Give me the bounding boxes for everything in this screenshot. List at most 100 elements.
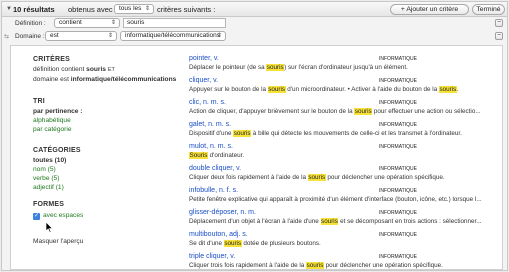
- definition-text: d'un microordinateur. • Activer à l'aide…: [285, 86, 439, 93]
- definition-text: .: [456, 86, 459, 93]
- criteria-term: informatique/télécommunications: [70, 76, 177, 83]
- definition-text: ) sur l'écran d'ordinateur jusqu'à un él…: [284, 64, 408, 71]
- match-mode-select[interactable]: tous les ⇕: [114, 4, 154, 14]
- definition-text: Petite fenêtre explicative qui apparaît …: [189, 196, 482, 203]
- forms-option-label[interactable]: avec espaces: [43, 212, 83, 219]
- definition-text: Déplacement d'un objet à l'écran à l'aid…: [189, 218, 321, 225]
- result-domain: INFORMATIQUE: [379, 188, 417, 194]
- criteria-heading: CRITÈRES: [33, 56, 70, 63]
- result-title[interactable]: galet, n. m. s.: [189, 121, 231, 128]
- result-definition: Appuyer sur le bouton de la souris d'un …: [189, 86, 499, 93]
- category-noun[interactable]: nom (5): [33, 166, 56, 173]
- result-domain: INFORMATIQUE: [379, 78, 417, 84]
- result-definition: Déplacer le pointeur (de sa souris) sur …: [189, 64, 499, 71]
- definition-text: Cliquer deux fois rapidement à l'aide de…: [189, 174, 308, 181]
- result-title[interactable]: pointer, v.: [189, 55, 219, 62]
- result-definition: Souris d'ordinateur.: [189, 152, 499, 159]
- operator-value: est: [50, 32, 59, 39]
- definition-text: à bille qui détecte les mouvements de ce…: [251, 130, 462, 137]
- result-definition: Dispositif d'une souris à bille qui déte…: [189, 130, 499, 137]
- search-header-bar: ▼ 10 résultats obtenus avec tous les ⇕ c…: [2, 2, 507, 17]
- highlighted-term: souris: [267, 86, 286, 93]
- result-title[interactable]: cliquer, v.: [189, 77, 218, 84]
- criteria-label: critères suivants :: [157, 5, 216, 14]
- definition-text: pour déclencher une opération spécifique…: [323, 262, 443, 269]
- result-domain: INFORMATIQUE: [379, 144, 417, 150]
- definition-text: Dispositif d'une: [189, 130, 234, 137]
- result-count: 10 résultats: [13, 5, 55, 14]
- forms-checkbox[interactable]: ✓: [33, 213, 40, 220]
- highlighted-term: souris: [438, 86, 457, 93]
- definition-text: d'ordinateur.: [207, 152, 245, 159]
- categories-heading: CATÉGORIES: [33, 147, 81, 154]
- domain-value-select[interactable]: informatique/télécommunications ⇕: [120, 31, 226, 41]
- search-window: ▼ 10 résultats obtenus avec tous les ⇕ c…: [1, 1, 508, 271]
- select-arrows-icon: ⇕: [110, 20, 116, 26]
- criteria-operator: ET: [107, 67, 115, 73]
- definition-text: Action de cliquer, d'appuyer brièvement …: [189, 108, 355, 115]
- operator-value: contient: [59, 19, 82, 26]
- definition-text: et se décomposant en trois actions : sél…: [338, 218, 482, 225]
- definition-text: Appuyer sur le bouton de la: [189, 86, 268, 93]
- forms-heading: FORMES: [33, 201, 65, 208]
- result-domain: INFORMATIQUE: [379, 210, 417, 216]
- result-definition: Déplacement d'un objet à l'écran à l'aid…: [189, 218, 499, 225]
- definition-text: Se dit d'une: [189, 240, 224, 247]
- criterion-value-input[interactable]: souris: [123, 18, 226, 28]
- result-title[interactable]: glisser-déposer, n. m.: [189, 209, 256, 216]
- result-title[interactable]: clic, n. m. s.: [189, 99, 226, 106]
- results-panel: CRITÈRES définition contient souris ET d…: [10, 45, 503, 270]
- domain-value: informatique/télécommunications: [125, 32, 221, 39]
- highlighted-term: souris: [233, 130, 252, 137]
- result-title[interactable]: mulot, n. m. s.: [189, 143, 233, 150]
- criteria-term: souris: [86, 66, 106, 73]
- result-domain: INFORMATIQUE: [379, 166, 417, 172]
- criterion-row-definition: Définition : contient ⇕ souris −: [2, 17, 507, 30]
- sort-current: par pertinence :: [33, 108, 83, 115]
- criterion-label: Domaine :: [15, 33, 45, 40]
- sidebar: CRITÈRES définition contient souris ET d…: [11, 46, 181, 269]
- obtained-label: obtenus avec: [68, 5, 113, 14]
- sort-option-category[interactable]: par catégorie: [33, 126, 72, 133]
- sort-option-alphabetical[interactable]: alphabétique: [33, 117, 71, 124]
- result-domain: INFORMATIQUE: [379, 100, 417, 106]
- criterion-operator-select[interactable]: contient ⇕: [54, 18, 120, 28]
- match-mode-value: tous les: [119, 5, 142, 12]
- result-title[interactable]: infobulle, n. f. s.: [189, 187, 238, 194]
- result-definition: Petite fenêtre explicative qui apparaît …: [189, 196, 499, 203]
- result-title[interactable]: triple cliquer, v.: [189, 253, 235, 260]
- disclosure-triangle-icon[interactable]: ▼: [6, 6, 12, 12]
- definition-text: Déplacer le pointeur (de sa: [189, 64, 267, 71]
- criterion-label: Définition :: [15, 20, 46, 27]
- criteria-text: domaine est: [33, 76, 69, 83]
- highlighted-term: souris: [307, 174, 326, 181]
- highlighted-term: souris: [320, 218, 339, 225]
- result-definition: Se dit d'une souris dotée de plusieurs b…: [189, 240, 499, 247]
- highlighted-term: Souris: [189, 152, 208, 159]
- criteria-text: définition contient: [33, 66, 85, 73]
- highlighted-term: souris: [354, 108, 373, 115]
- criteria-summary-line2: domaine est informatique/télécommunicati…: [33, 76, 176, 83]
- highlighted-term: souris: [306, 262, 324, 269]
- add-criterion-button[interactable]: + Ajouter un critère: [390, 4, 469, 15]
- remove-criterion-button[interactable]: −: [495, 32, 503, 40]
- done-button[interactable]: Terminé: [472, 4, 505, 15]
- category-verb[interactable]: verbe (5): [33, 175, 59, 182]
- criterion-row-domain: ⇆ Domaine : est ⇕ informatique/télécommu…: [2, 30, 507, 43]
- select-arrows-icon: ⇕: [107, 33, 113, 39]
- criterion-operator-select[interactable]: est ⇕: [45, 31, 117, 41]
- category-adjective[interactable]: adjectif (1): [33, 184, 64, 191]
- category-all[interactable]: toutes (10): [33, 157, 66, 164]
- select-arrows-icon: ⇕: [216, 33, 222, 39]
- remove-criterion-button[interactable]: −: [495, 19, 503, 27]
- result-title[interactable]: multibouton, adj. s.: [189, 231, 248, 238]
- drag-handle-icon[interactable]: ⇆: [4, 33, 9, 40]
- definition-text: Cliquer trois fois rapidement à l'aide d…: [189, 262, 307, 269]
- highlighted-term: souris: [266, 64, 285, 71]
- result-definition: Action de cliquer, d'appuyer brièvement …: [189, 108, 499, 115]
- highlighted-term: souris: [223, 240, 242, 247]
- definition-text: pour déclencher une opération spécifique…: [325, 174, 445, 181]
- result-title[interactable]: double cliquer, v.: [189, 165, 241, 172]
- result-domain: INFORMATIQUE: [379, 122, 417, 128]
- hide-preview-link[interactable]: Masquer l'aperçu: [33, 238, 83, 245]
